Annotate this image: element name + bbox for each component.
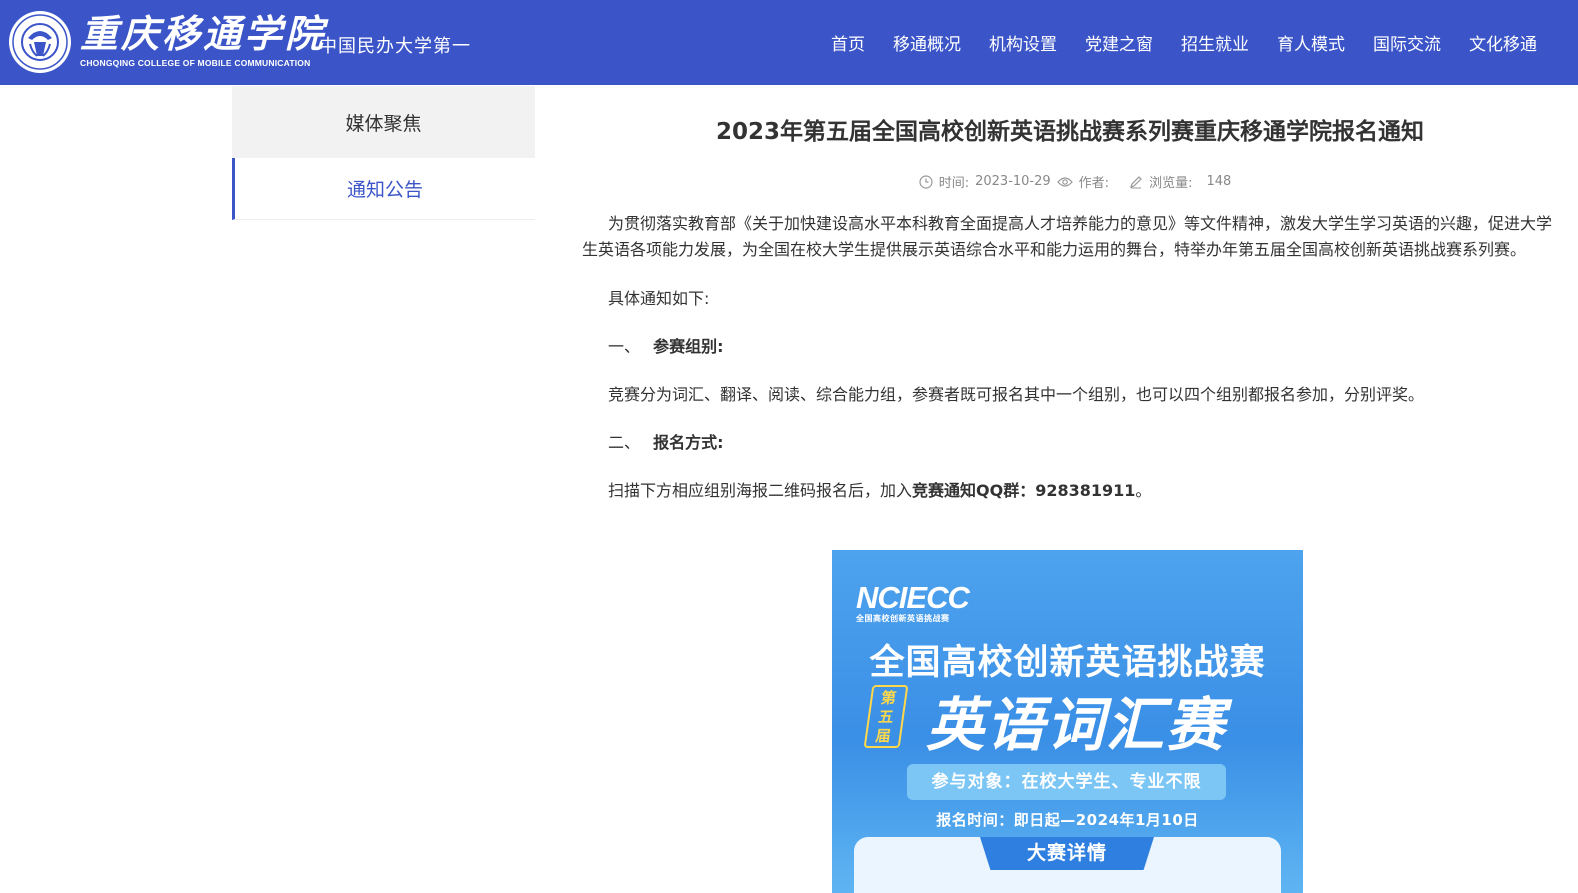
article-title: 2023年第五届全国高校创新英语挑战赛系列赛重庆移通学院报名通知 bbox=[715, 119, 1424, 145]
nav-item-education[interactable]: 育人模式 bbox=[1277, 30, 1345, 55]
sidebar-item-media[interactable]: 媒体聚焦 bbox=[232, 86, 535, 158]
site-header: 重庆移通学院 CHONGQING COLLEGE OF MOBILE COMMU… bbox=[0, 0, 1578, 85]
author-label: 作者: bbox=[1078, 176, 1110, 191]
clock-icon bbox=[919, 174, 933, 189]
nav-item-home[interactable]: 首页 bbox=[831, 30, 865, 55]
article: 2023年第五届全国高校创新英语挑战赛系列赛重庆移通学院报名通知 时间: 202… bbox=[582, 86, 1558, 503]
section2-body-suffix: 。 bbox=[1135, 481, 1152, 500]
article-meta: 时间: 2023-10-29 作者: 浏览量: 148 bbox=[582, 172, 1558, 191]
qq-group: 竞赛通知QQ群：928381911 bbox=[912, 481, 1136, 500]
article-intro: 为贯彻落实教育部《关于加快建设高水平本科教育全面提高人才培养能力的意见》等文件精… bbox=[582, 214, 1553, 259]
nav-item-departments[interactable]: 机构设置 bbox=[989, 30, 1057, 55]
nav-item-international[interactable]: 国际交流 bbox=[1373, 30, 1441, 55]
section1-title: 参赛组别: bbox=[653, 337, 724, 356]
main-nav: 首页 移通概况 机构设置 党建之窗 招生就业 育人模式 国际交流 文化移通 bbox=[831, 30, 1565, 55]
time-value: 2023-10-29 bbox=[975, 174, 1051, 189]
section2-num: 二、 bbox=[608, 433, 641, 452]
vocabulary-contest-poster[interactable]: NCIECC 全国高校创新英语挑战赛 全国高校创新英语挑战赛 第五届 英语词汇赛… bbox=[832, 550, 1303, 893]
notice-line: 具体通知如下: bbox=[608, 289, 710, 308]
section1-num: 一、 bbox=[608, 337, 641, 356]
poster-edition-badge: 第五届 bbox=[863, 685, 909, 748]
eye-icon bbox=[1056, 176, 1073, 187]
time-label: 时间: bbox=[938, 176, 970, 191]
pencil-icon bbox=[1130, 175, 1142, 188]
nav-item-admission[interactable]: 招生就业 bbox=[1181, 30, 1249, 55]
poster-date: 报名时间：即日起—2024年1月10日 bbox=[936, 811, 1199, 829]
poster-details-tab: 大赛详情 bbox=[980, 837, 1154, 870]
nav-item-overview[interactable]: 移通概况 bbox=[893, 30, 961, 55]
section2-title: 报名方式: bbox=[653, 433, 724, 452]
section1-heading: 一、 参赛组别: bbox=[582, 335, 1558, 359]
views-label: 浏览量: bbox=[1149, 176, 1193, 191]
school-name-en: CHONGQING COLLEGE OF MOBILE COMMUNICATIO… bbox=[80, 58, 311, 68]
sidebar: 媒体聚焦 通知公告 bbox=[232, 86, 535, 220]
school-name[interactable]: 重庆移通学院 CHONGQING COLLEGE OF MOBILE COMMU… bbox=[80, 11, 327, 69]
nav-item-culture[interactable]: 文化移通 bbox=[1469, 30, 1537, 55]
views-value: 148 bbox=[1206, 174, 1232, 189]
section2-body-prefix: 扫描下方相应组别海报二维码报名后，加入 bbox=[608, 481, 913, 500]
school-slogan: 中国民办大学第一 bbox=[319, 36, 471, 57]
section2-body: 扫描下方相应组别海报二维码报名后，加入竞赛通知QQ群：928381911。 bbox=[582, 479, 1558, 503]
section2-heading: 二、 报名方式: bbox=[582, 431, 1558, 455]
nav-item-party[interactable]: 党建之窗 bbox=[1085, 30, 1153, 55]
nciecc-logo: NCIECC bbox=[856, 580, 970, 615]
sidebar-item-notices[interactable]: 通知公告 bbox=[232, 158, 535, 220]
nciecc-logo-sub: 全国高校创新英语挑战赛 bbox=[856, 614, 950, 623]
section1-body: 竞赛分为词汇、翻译、阅读、综合能力组，参赛者既可报名其中一个组别，也可以四个组别… bbox=[608, 385, 1425, 404]
school-logo-icon[interactable] bbox=[8, 10, 72, 74]
poster-audience: 参与对象：在校大学生、专业不限 bbox=[907, 764, 1226, 800]
school-name-cn: 重庆移通学院 bbox=[80, 11, 327, 56]
poster-title: 英语词汇赛 bbox=[926, 691, 1227, 759]
